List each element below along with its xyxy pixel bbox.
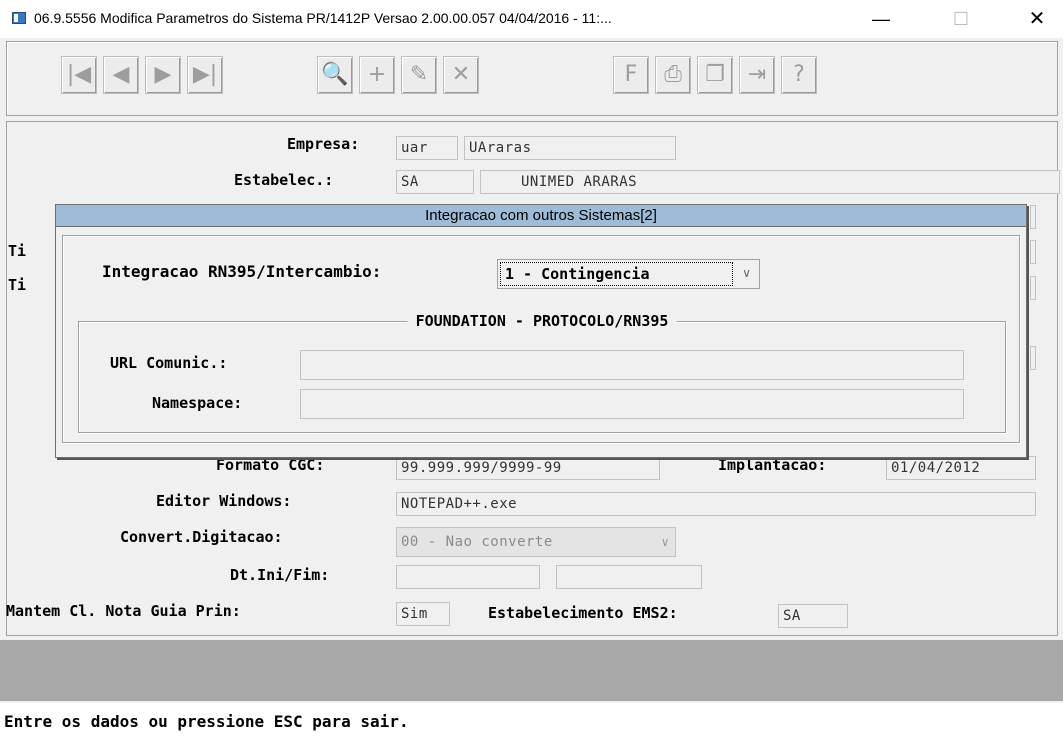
dt-ini-field[interactable] — [396, 565, 540, 589]
delete-icon[interactable]: ✕ — [443, 56, 479, 94]
window-title: 06.9.5556 Modifica Parametros do Sistema… — [34, 10, 612, 26]
hidden-field-edge-4 — [1030, 346, 1036, 370]
estabelecimento-name-field[interactable]: UNIMED ARARAS — [480, 170, 1060, 194]
empresa-label: Empresa: — [287, 135, 360, 153]
toolbar: |◀ ◀ ▶ ▶| 🔍 + ✎ ✕ F ⎙ ❐ ⇥ ? — [6, 41, 1058, 116]
title-bar: 06.9.5556 Modifica Parametros do Sistema… — [0, 0, 1063, 38]
ti-label-2: Ti — [8, 276, 27, 294]
close-button[interactable]: ✕ — [1014, 4, 1060, 34]
minimize-button[interactable]: — — [858, 4, 904, 34]
url-comunic-label: URL Comunic.: — [110, 354, 228, 372]
help-icon[interactable]: ? — [781, 56, 817, 94]
hidden-field-edge-1 — [1030, 205, 1036, 229]
print-icon[interactable]: ⎙ — [655, 56, 691, 94]
integracao-label: Integracao RN395/Intercambio: — [102, 262, 382, 281]
estabelecimento-label: Estabelec.: — [234, 171, 334, 189]
editor-windows-field[interactable]: NOTEPAD++.exe — [396, 492, 1036, 516]
first-record-icon[interactable]: |◀ — [61, 56, 97, 94]
maximize-button[interactable]: ☐ — [938, 4, 984, 34]
convert-digitacao-value: 00 - Nao converte — [401, 534, 553, 550]
estabelecimento-code-field[interactable]: SA — [396, 170, 474, 194]
mantem-cl-nota-label: Mantem Cl. Nota Guia Prin: — [6, 602, 241, 620]
namespace-field[interactable] — [300, 389, 964, 419]
mantem-cl-nota-field[interactable]: Sim — [396, 602, 450, 626]
chevron-down-icon: ∨ — [660, 535, 670, 549]
integracao-select-value: 1 - Contingencia — [500, 262, 733, 286]
exit-icon[interactable]: ⇥ — [739, 56, 775, 94]
add-icon[interactable]: + — [359, 56, 395, 94]
convert-digitacao-select[interactable]: 00 - Nao converte ∨ — [396, 527, 676, 557]
next-record-icon[interactable]: ▶ — [145, 56, 181, 94]
filter-icon[interactable]: F — [613, 56, 649, 94]
hidden-field-edge-2 — [1030, 240, 1036, 264]
app-icon — [12, 12, 26, 24]
search-icon[interactable]: 🔍 — [317, 56, 353, 94]
edit-icon[interactable]: ✎ — [401, 56, 437, 94]
convert-digitacao-label: Convert.Digitacao: — [120, 528, 283, 546]
estabelecimento-ems2-label: Estabelecimento EMS2: — [488, 604, 678, 622]
dt-ini-fim-label: Dt.Ini/Fim: — [230, 566, 330, 584]
status-bar — [0, 640, 1063, 701]
empresa-code-field[interactable]: uar — [396, 136, 458, 160]
status-message: Entre os dados ou pressione ESC para sai… — [0, 703, 1063, 741]
ti-label-1: Ti — [8, 242, 27, 260]
empresa-name-field[interactable]: UAraras — [464, 136, 676, 160]
dialog-title: Integracao com outros Sistemas[2] — [56, 205, 1026, 227]
formato-cgc-label: Formato CGC: — [216, 456, 325, 474]
copy-icon[interactable]: ❐ — [697, 56, 733, 94]
estabelecimento-ems2-field[interactable]: SA — [778, 604, 848, 628]
chevron-down-icon: ∨ — [742, 266, 751, 280]
formato-cgc-field[interactable]: 99.999.999/9999-99 — [396, 456, 660, 480]
implantacao-label: Implantacao: — [718, 456, 827, 474]
previous-record-icon[interactable]: ◀ — [103, 56, 139, 94]
namespace-label: Namespace: — [152, 394, 243, 412]
dt-fim-field[interactable] — [556, 565, 702, 589]
hidden-field-edge-3 — [1030, 276, 1036, 300]
integracao-dialog: Integracao com outros Sistemas[2] FOUNDA… — [55, 204, 1027, 458]
url-comunic-field[interactable] — [300, 350, 964, 380]
last-record-icon[interactable]: ▶| — [187, 56, 223, 94]
editor-windows-label: Editor Windows: — [156, 492, 292, 510]
integracao-select[interactable]: 1 - Contingencia ∨ — [497, 259, 760, 289]
implantacao-field[interactable]: 01/04/2012 — [886, 456, 1036, 480]
group-title: FOUNDATION - PROTOCOLO/RN395 — [407, 312, 677, 330]
